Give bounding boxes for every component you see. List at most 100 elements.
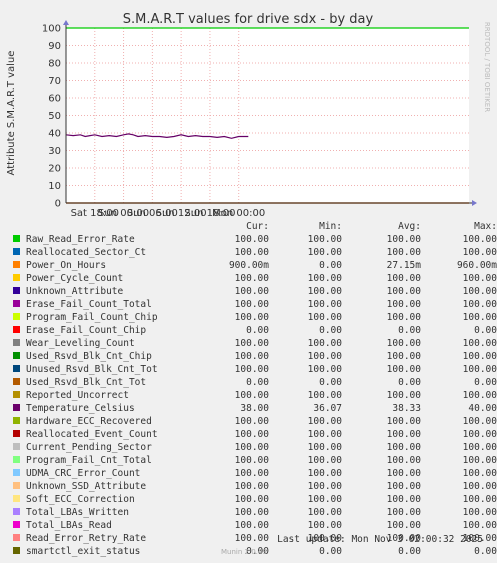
legend-row: Wear_Leveling_Count 100.00 100.00 100.00 100… bbox=[10, 337, 497, 350]
legend-cur: 100.00 bbox=[234, 467, 269, 479]
legend-max: 100.00 bbox=[462, 246, 497, 258]
legend-row: Erase_Fail_Count_Total 100.00 100.00 100.00… bbox=[10, 298, 497, 311]
legend-swatch bbox=[13, 443, 20, 450]
legend-row: Current_Pending_Sector 100.00 100.00 100.00… bbox=[10, 441, 497, 454]
legend-min: 100.00 bbox=[307, 467, 342, 479]
legend-name: Power_On_Hours bbox=[26, 259, 107, 271]
legend-min: 100.00 bbox=[307, 389, 342, 401]
x-tick-label: Mon 00:00 bbox=[212, 208, 265, 219]
legend-min: 100.00 bbox=[307, 441, 342, 453]
y-axis-arrow bbox=[63, 20, 69, 25]
legend-name: Reallocated_Event_Count bbox=[26, 428, 158, 440]
legend-cur: 100.00 bbox=[234, 350, 269, 362]
legend-avg: 100.00 bbox=[386, 454, 421, 466]
legend-min: 36.07 bbox=[313, 402, 342, 414]
legend-row: Program_Fail_Count_Chip 100.00 100.00 100.0… bbox=[10, 311, 497, 324]
legend-swatch bbox=[13, 469, 20, 476]
y-tick-label: 30 bbox=[48, 146, 61, 157]
legend-min: 100.00 bbox=[307, 480, 342, 492]
y-tick-label: 40 bbox=[48, 129, 61, 140]
legend-avg: 100.00 bbox=[386, 519, 421, 531]
legend-max: 100.00 bbox=[462, 467, 497, 479]
legend-row: Reported_Uncorrect 100.00 100.00 100.00 100.… bbox=[10, 389, 497, 402]
legend-row: Hardware_ECC_Recovered 100.00 100.00 100.00… bbox=[10, 415, 497, 428]
legend-name: Erase_Fail_Count_Total bbox=[26, 298, 152, 310]
legend-name: Power_Cycle_Count bbox=[26, 272, 124, 284]
last-update: Last update: Mon Nov 3 02:00:32 2025 bbox=[277, 534, 483, 545]
legend-max: 100.00 bbox=[462, 363, 497, 375]
legend-name: Current_Pending_Sector bbox=[26, 441, 152, 453]
legend-swatch bbox=[13, 430, 20, 437]
legend-name: Unknown_SSD_Attribute bbox=[26, 480, 147, 492]
legend-cur: 100.00 bbox=[234, 428, 269, 440]
legend-swatch bbox=[13, 235, 20, 242]
legend-cur: 100.00 bbox=[234, 480, 269, 492]
legend-swatch bbox=[13, 404, 20, 411]
legend-swatch bbox=[13, 274, 20, 281]
legend-min: 100.00 bbox=[307, 454, 342, 466]
legend-cur: 100.00 bbox=[234, 363, 269, 375]
legend-avg: 100.00 bbox=[386, 233, 421, 245]
legend-min: 0.00 bbox=[319, 259, 342, 271]
legend-cur: 38.00 bbox=[240, 402, 269, 414]
legend-swatch bbox=[13, 313, 20, 320]
legend-row: Reallocated_Sector_Ct 100.00 100.00 100.00 1… bbox=[10, 246, 497, 259]
legend-swatch bbox=[13, 326, 20, 333]
legend-max: 0.00 bbox=[474, 545, 497, 557]
legend-swatch bbox=[13, 261, 20, 268]
legend-row: Soft_ECC_Correction 100.00 100.00 100.00 100… bbox=[10, 493, 497, 506]
legend-max: 0.00 bbox=[474, 376, 497, 388]
legend-row: UDMA_CRC_Error_Count 100.00 100.00 100.00 10… bbox=[10, 467, 497, 480]
legend-min: 100.00 bbox=[307, 233, 342, 245]
legend-avg: 100.00 bbox=[386, 350, 421, 362]
legend-avg: 100.00 bbox=[386, 480, 421, 492]
legend-max: 100.00 bbox=[462, 233, 497, 245]
legend-swatch bbox=[13, 482, 20, 489]
legend-name: Reallocated_Sector_Ct bbox=[26, 246, 147, 258]
legend-max: 100.00 bbox=[462, 337, 497, 349]
legend-cur: 100.00 bbox=[234, 493, 269, 505]
legend-avg: 100.00 bbox=[386, 311, 421, 323]
legend-row: Power_On_Hours 900.00m 0.00 27.15m 960.00m bbox=[10, 259, 497, 272]
legend-avg: 0.00 bbox=[398, 376, 421, 388]
legend-row: Total_LBAs_Read 100.00 100.00 100.00 100.00 bbox=[10, 519, 497, 532]
legend-avg: 100.00 bbox=[386, 298, 421, 310]
legend-row: Unknown_SSD_Attribute 100.00 100.00 100.00 1… bbox=[10, 480, 497, 493]
legend-name: Used_Rsvd_Blk_Cnt_Tot bbox=[26, 376, 147, 388]
legend-max: 100.00 bbox=[462, 493, 497, 505]
legend-avg: 100.00 bbox=[386, 337, 421, 349]
legend-avg: 100.00 bbox=[386, 272, 421, 284]
legend-cur: 100.00 bbox=[234, 519, 269, 531]
legend-row: Reallocated_Event_Count 100.00 100.00 100.0… bbox=[10, 428, 497, 441]
legend-name: Reported_Uncorrect bbox=[26, 389, 129, 401]
side-watermark: RRDTOOL / TOBI OETIKER bbox=[483, 22, 491, 112]
legend-max: 960.00m bbox=[456, 259, 497, 271]
legend-avg: 100.00 bbox=[386, 246, 421, 258]
legend-name: smartctl_exit_status bbox=[26, 545, 141, 557]
y-tick-labels: 0 10 20 30 40 50 60 70 80 90 100 bbox=[42, 24, 61, 210]
legend-name: Read_Error_Retry_Rate bbox=[26, 532, 147, 544]
legend-avg: 0.00 bbox=[398, 545, 421, 557]
header-min: Min: bbox=[319, 221, 342, 232]
legend-swatch bbox=[13, 495, 20, 502]
legend-name: Unknown_Attribute bbox=[26, 285, 124, 297]
legend-header-row: Cur: Min: Avg: Max: bbox=[10, 221, 497, 233]
legend-max: 100.00 bbox=[462, 350, 497, 362]
legend-max: 100.00 bbox=[462, 480, 497, 492]
legend-cur: 100.00 bbox=[234, 337, 269, 349]
legend-cur: 100.00 bbox=[234, 298, 269, 310]
legend-name: Erase_Fail_Count_Chip bbox=[26, 324, 147, 336]
legend-avg: 100.00 bbox=[386, 506, 421, 518]
legend-swatch bbox=[13, 378, 20, 385]
chart-area: S.M.A.R.T values for drive sdx - by day … bbox=[6, 12, 491, 219]
legend-swatch bbox=[13, 417, 20, 424]
legend-min: 100.00 bbox=[307, 311, 342, 323]
legend-avg: 27.15m bbox=[386, 259, 421, 271]
legend-swatch bbox=[13, 365, 20, 372]
y-tick-label: 50 bbox=[48, 111, 61, 122]
legend-avg: 100.00 bbox=[386, 285, 421, 297]
legend-row: Unknown_Attribute 100.00 100.00 100.00 100.0… bbox=[10, 285, 497, 298]
legend-name: Total_LBAs_Read bbox=[26, 519, 112, 531]
legend-swatch bbox=[13, 547, 20, 554]
legend-swatch bbox=[13, 508, 20, 515]
